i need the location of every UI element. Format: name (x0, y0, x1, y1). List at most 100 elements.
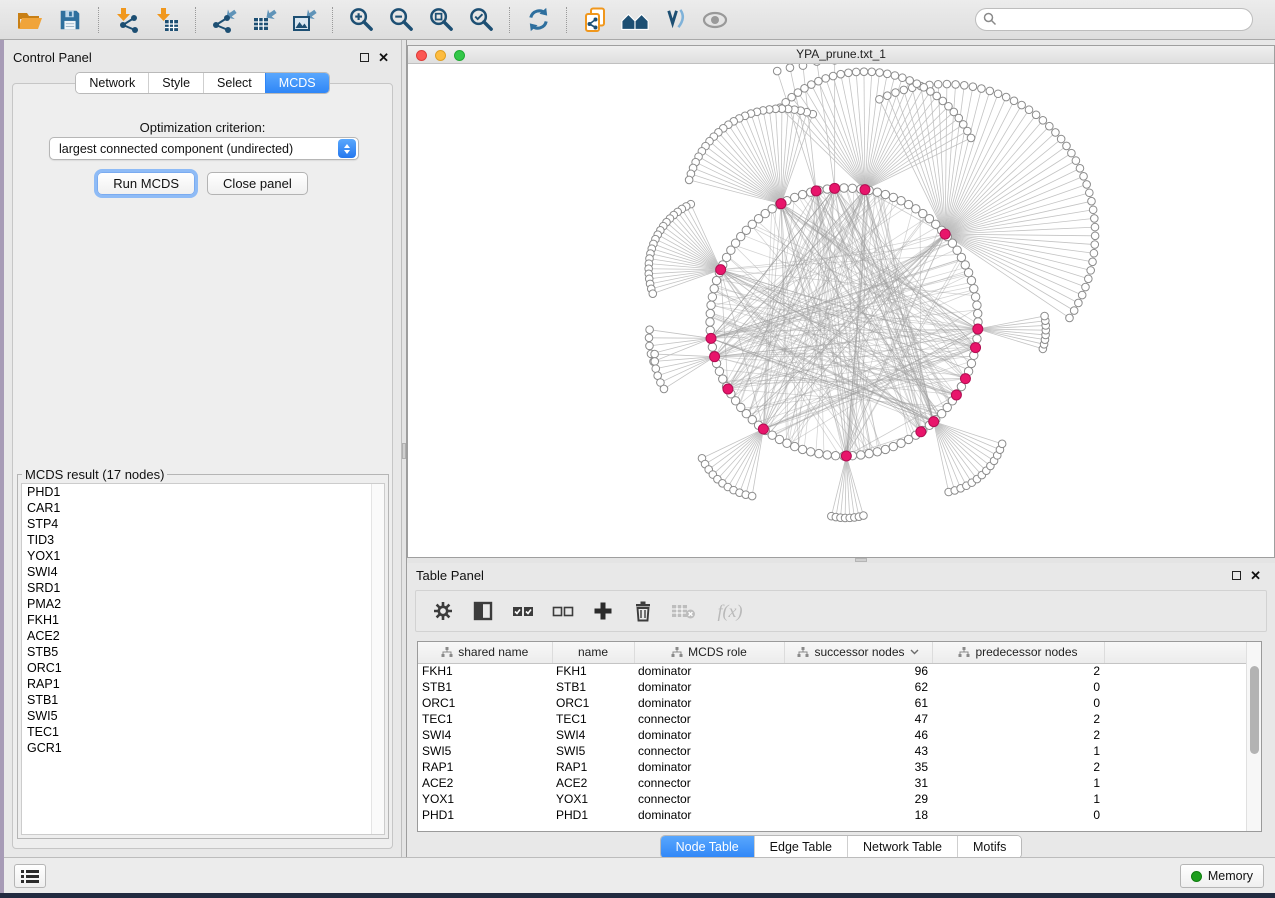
graph-leaf-node[interactable] (685, 176, 693, 184)
graph-node[interactable] (865, 449, 873, 457)
graph-leaf-node[interactable] (1090, 249, 1098, 257)
graph-node[interactable] (964, 268, 972, 276)
table-row[interactable]: RAP1RAP1dominator352 (418, 759, 1248, 775)
graph-leaf-node[interactable] (837, 70, 845, 78)
memory-button[interactable]: Memory (1180, 864, 1264, 888)
graph-hub-node[interactable] (723, 384, 733, 394)
close-panel-button[interactable]: Close panel (207, 172, 308, 195)
graph-leaf-node[interactable] (1076, 165, 1084, 173)
graph-leaf-node[interactable] (1075, 299, 1083, 307)
graph-leaf-node[interactable] (884, 92, 892, 100)
graph-leaf-node[interactable] (1082, 283, 1090, 291)
graph-leaf-node[interactable] (900, 86, 908, 94)
graph-hub-node[interactable] (916, 427, 926, 437)
graph-node[interactable] (848, 184, 856, 192)
graph-node[interactable] (973, 335, 981, 343)
float-panel-icon[interactable] (1232, 571, 1241, 580)
graph-leaf-node[interactable] (829, 72, 837, 80)
graph-leaf-node[interactable] (969, 83, 977, 91)
graph-leaf-node[interactable] (986, 87, 994, 95)
table-mode-button[interactable] (430, 598, 456, 624)
graph-leaf-node[interactable] (1083, 181, 1091, 189)
float-panel-icon[interactable] (360, 53, 369, 62)
column-header-successor-nodes[interactable]: successor nodes (784, 642, 932, 663)
mcds-result-item[interactable]: PMA2 (22, 596, 384, 612)
graph-leaf-node[interactable] (1085, 275, 1093, 283)
graph-node[interactable] (831, 452, 839, 460)
graph-leaf-node[interactable] (1086, 189, 1094, 197)
graph-leaf-node[interactable] (652, 365, 660, 373)
graph-leaf-node[interactable] (1070, 307, 1078, 315)
graph-leaf-node[interactable] (808, 81, 816, 89)
mcds-result-item[interactable]: YOX1 (22, 548, 384, 564)
graph-hub-node[interactable] (960, 374, 970, 384)
delete-columns-button[interactable] (630, 598, 656, 624)
graph-hub-node[interactable] (776, 199, 786, 209)
task-history-button[interactable] (14, 864, 46, 888)
tab-edge-table[interactable]: Edge Table (754, 836, 847, 858)
optimization-criterion-select[interactable]: largest connected component (undirected) (49, 137, 359, 160)
graph-leaf-node[interactable] (876, 69, 884, 77)
graph-node[interactable] (806, 448, 814, 456)
graph-leaf-node[interactable] (773, 67, 781, 75)
mcds-result-item[interactable]: FKH1 (22, 612, 384, 628)
graph-node[interactable] (707, 301, 715, 309)
graph-node[interactable] (708, 343, 716, 351)
open-session-button[interactable] (10, 4, 50, 36)
tab-node-table[interactable]: Node Table (661, 836, 754, 858)
graph-node[interactable] (967, 359, 975, 367)
graph-leaf-node[interactable] (943, 80, 951, 88)
graph-leaf-node[interactable] (913, 80, 921, 88)
deselect-all-button[interactable] (550, 598, 576, 624)
graph-leaf-node[interactable] (1063, 142, 1071, 150)
graph-leaf-node[interactable] (646, 326, 654, 334)
export-image-button[interactable] (284, 4, 324, 36)
graph-leaf-node[interactable] (868, 68, 876, 76)
mcds-result-item[interactable]: TID3 (22, 532, 384, 548)
graph-leaf-node[interactable] (1087, 267, 1095, 275)
graph-node[interactable] (798, 445, 806, 453)
graph-leaf-node[interactable] (1032, 111, 1040, 119)
mcds-list-scrollbar[interactable] (371, 484, 384, 834)
table-row[interactable]: TEC1TEC1connector472 (418, 711, 1248, 727)
graph-leaf-node[interactable] (883, 70, 891, 78)
network-window-titlebar[interactable]: YPA_prune.txt_1 (408, 46, 1274, 64)
tab-network[interactable]: Network (76, 73, 148, 93)
graph-node[interactable] (974, 309, 982, 317)
mcds-result-item[interactable]: GCR1 (22, 740, 384, 756)
table-scrollbar-thumb[interactable] (1250, 666, 1259, 754)
export-table-button[interactable] (244, 4, 284, 36)
table-row[interactable]: YOX1YOX1connector291 (418, 791, 1248, 807)
graph-node[interactable] (970, 284, 978, 292)
graph-node[interactable] (715, 367, 723, 375)
apply-layout-button[interactable] (518, 4, 558, 36)
graph-leaf-node[interactable] (1018, 101, 1026, 109)
graph-leaf-node[interactable] (952, 81, 960, 89)
graph-leaf-node[interactable] (1088, 197, 1096, 205)
window-maximize-icon[interactable] (454, 50, 465, 61)
tab-motifs[interactable]: Motifs (957, 836, 1021, 858)
mcds-result-item[interactable]: SWI5 (22, 708, 384, 724)
network-graph[interactable] (408, 64, 1274, 557)
graph-node[interactable] (783, 439, 791, 447)
graph-leaf-node[interactable] (891, 72, 899, 80)
graph-leaf-node[interactable] (1089, 258, 1097, 266)
column-header-predecessor-nodes[interactable]: predecessor nodes (932, 642, 1104, 663)
graph-leaf-node[interactable] (1091, 232, 1099, 240)
select-all-button[interactable] (510, 598, 536, 624)
graph-node[interactable] (815, 449, 823, 457)
graph-leaf-node[interactable] (645, 334, 653, 342)
graph-leaf-node[interactable] (998, 440, 1006, 448)
graph-leaf-node[interactable] (1091, 241, 1099, 249)
tab-style[interactable]: Style (148, 73, 203, 93)
export-network-button[interactable] (204, 4, 244, 36)
mcds-result-list[interactable]: PHD1CAR1STP4TID3YOX1SWI4SRD1PMA2FKH1ACE2… (21, 483, 385, 835)
zoom-in-button[interactable] (341, 4, 381, 36)
column-header-mcds-role[interactable]: MCDS role (634, 642, 784, 663)
zoom-selected-button[interactable] (461, 4, 501, 36)
splitter-grip[interactable] (402, 443, 406, 459)
graph-node[interactable] (706, 318, 714, 326)
graph-leaf-node[interactable] (1039, 117, 1047, 125)
graph-node[interactable] (881, 445, 889, 453)
graph-leaf-node[interactable] (660, 385, 668, 393)
